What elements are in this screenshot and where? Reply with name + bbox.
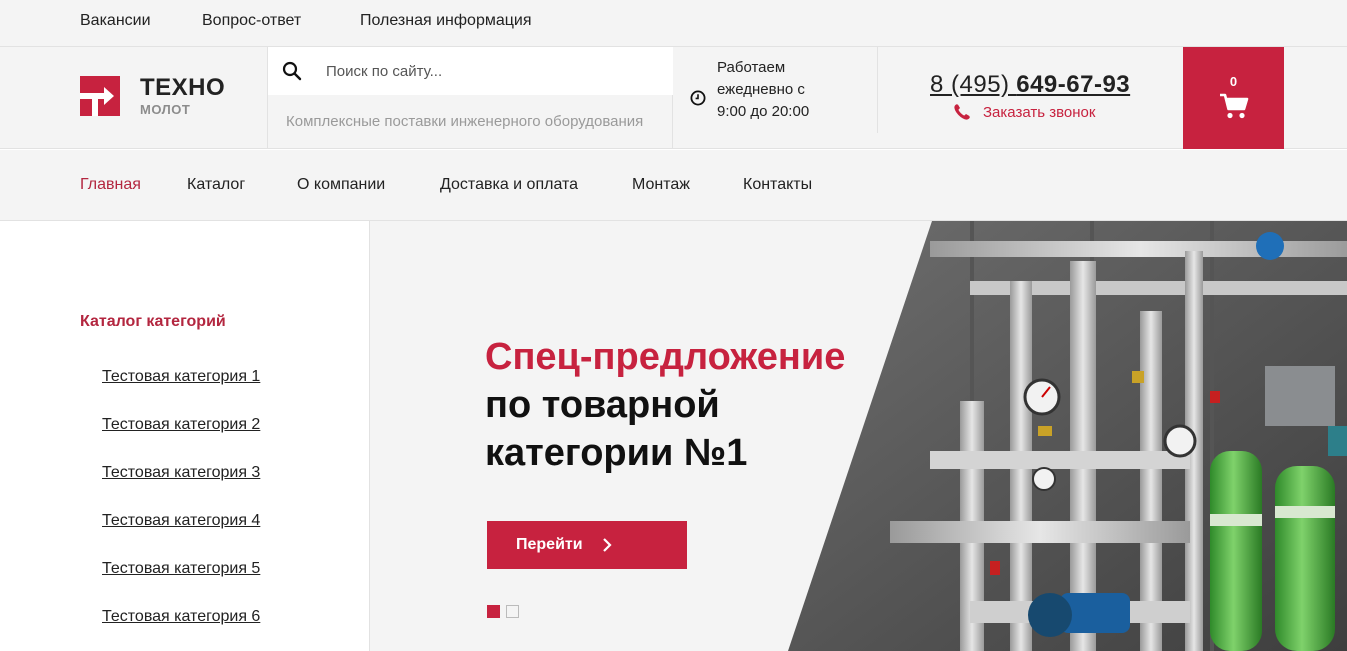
- search-bar: [268, 47, 673, 95]
- topbar-link-useful-info[interactable]: Полезная информация: [360, 12, 532, 30]
- chevron-right-icon: [603, 538, 612, 552]
- topbar-link-faq[interactable]: Вопрос-ответ: [202, 12, 301, 30]
- hero-title: Спец-предложение по товарной категории №…: [485, 333, 905, 477]
- sidebar-title: Каталог категорий: [80, 313, 226, 330]
- working-hours-text: Работаем ежедневно с 9:00 до 20:00: [717, 57, 857, 123]
- header-divider: [877, 47, 878, 133]
- working-hours: Работаем ежедневно с 9:00 до 20:00: [690, 57, 870, 127]
- hours-line: ежедневно с: [717, 81, 805, 98]
- phone-main: 649-67-93: [1016, 71, 1131, 98]
- phone-prefix: 8 (495): [930, 71, 1010, 98]
- cart-count-badge: 0: [1229, 74, 1238, 89]
- sidebar-item-category-2[interactable]: Тестовая категория 2: [102, 416, 260, 434]
- site-header: ТЕХНО МОЛОТ Комплексные поставки инженер…: [0, 47, 1347, 149]
- phone-handset-icon: [954, 104, 970, 120]
- main-nav: Главная Каталог О компании Доставка и оп…: [0, 150, 1347, 221]
- hours-line: 9:00 до 20:00: [717, 103, 810, 120]
- sidebar-item-category-5[interactable]: Тестовая категория 5: [102, 560, 260, 578]
- clock-icon: [690, 90, 706, 106]
- cart-button[interactable]: 0: [1183, 47, 1284, 149]
- logo-title: ТЕХНО: [140, 74, 226, 101]
- hero-title-accent: Спец-предложение: [485, 336, 846, 378]
- sidebar-item-category-3[interactable]: Тестовая категория 3: [102, 464, 260, 482]
- nav-item-contacts[interactable]: Контакты: [743, 176, 812, 194]
- search-input[interactable]: [326, 59, 656, 83]
- callback-label: Заказать звонок: [983, 104, 1096, 121]
- logo-mark-icon: [80, 76, 120, 116]
- slider-dot-1[interactable]: [487, 605, 500, 618]
- search-block: Комплексные поставки инженерного оборудо…: [267, 47, 673, 149]
- sidebar-item-category-1[interactable]: Тестовая категория 1: [102, 368, 260, 386]
- nav-item-catalog[interactable]: Каталог: [187, 176, 245, 194]
- sidebar-item-category-6[interactable]: Тестовая категория 6: [102, 608, 260, 626]
- cart-icon: [1220, 93, 1249, 119]
- company-tagline: Комплексные поставки инженерного оборудо…: [286, 113, 644, 130]
- slider-dot-2[interactable]: [506, 605, 519, 618]
- search-icon[interactable]: [282, 61, 302, 81]
- category-sidebar: Каталог категорий Тестовая категория 1 Т…: [0, 221, 370, 651]
- logo-link[interactable]: ТЕХНО МОЛОТ: [80, 74, 240, 120]
- hero-go-button[interactable]: Перейти: [487, 521, 687, 569]
- phone-number[interactable]: 8 (495) 649-67-93: [930, 71, 1130, 99]
- logo-subtitle: МОЛОТ: [140, 102, 191, 117]
- nav-item-about[interactable]: О компании: [297, 176, 385, 194]
- nav-item-home[interactable]: Главная: [80, 176, 141, 194]
- hero-slider: Спец-предложение по товарной категории №…: [370, 221, 1347, 651]
- sidebar-item-category-4[interactable]: Тестовая категория 4: [102, 512, 260, 530]
- nav-item-delivery[interactable]: Доставка и оплата: [440, 176, 578, 194]
- topbar-link-vacancies[interactable]: Вакансии: [80, 12, 151, 30]
- hero-title-rest: по товарной категории №1: [485, 384, 748, 474]
- hero-go-button-label: Перейти: [516, 536, 583, 553]
- top-bar: Вакансии Вопрос-ответ Полезная информаци…: [0, 0, 1347, 47]
- nav-item-installation[interactable]: Монтаж: [632, 176, 690, 194]
- hours-line: Работаем: [717, 59, 786, 76]
